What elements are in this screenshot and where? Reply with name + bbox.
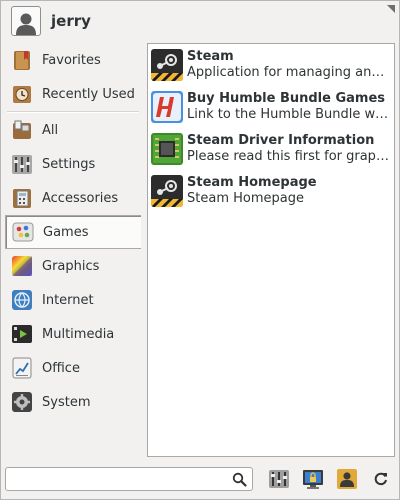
favorites-icon bbox=[11, 49, 33, 71]
category-label: Accessories bbox=[42, 190, 119, 206]
resize-corner-icon[interactable] bbox=[387, 5, 395, 13]
internet-icon bbox=[11, 289, 33, 311]
steam-icon bbox=[151, 49, 183, 81]
category-recently-used[interactable]: Recently Used bbox=[5, 77, 141, 111]
search-input[interactable] bbox=[10, 469, 234, 491]
category-label: All bbox=[42, 122, 59, 138]
bottom-bar bbox=[5, 465, 397, 493]
category-label: Internet bbox=[42, 292, 94, 308]
username: jerry bbox=[51, 12, 91, 30]
all-applications-icon bbox=[11, 119, 33, 141]
app-item-steam-homepage[interactable]: Steam Homepage Steam Homepage bbox=[148, 170, 394, 212]
whisker-menu: jerry Favorites Recently Used All Settin… bbox=[0, 0, 400, 500]
app-name: Steam bbox=[187, 49, 234, 64]
app-description: Please read this first for graphics ... bbox=[187, 149, 392, 164]
settings-icon bbox=[11, 153, 33, 175]
multimedia-icon bbox=[11, 323, 33, 345]
category-favorites[interactable]: Favorites bbox=[5, 43, 141, 77]
category-label: Games bbox=[43, 224, 89, 240]
category-graphics[interactable]: Graphics bbox=[5, 249, 141, 283]
category-sidebar: Favorites Recently Used All Settings Acc… bbox=[5, 43, 141, 419]
search-icon[interactable] bbox=[232, 472, 247, 491]
settings-manager-icon bbox=[269, 470, 289, 488]
lock-screen-button[interactable] bbox=[301, 467, 325, 491]
log-out-button[interactable] bbox=[369, 467, 393, 491]
category-label: System bbox=[42, 394, 91, 410]
category-label: Graphics bbox=[42, 258, 100, 274]
switch-user-icon bbox=[337, 469, 357, 489]
category-settings[interactable]: Settings bbox=[5, 147, 141, 181]
avatar bbox=[11, 6, 41, 36]
category-internet[interactable]: Internet bbox=[5, 283, 141, 317]
app-name: Buy Humble Bundle Games bbox=[187, 91, 386, 106]
category-label: Settings bbox=[42, 156, 96, 172]
search-box bbox=[5, 467, 253, 491]
steam-homepage-icon bbox=[151, 175, 183, 207]
switch-user-button[interactable] bbox=[335, 467, 359, 491]
category-label: Office bbox=[42, 360, 80, 376]
app-name: Steam Homepage bbox=[187, 175, 317, 190]
system-icon bbox=[11, 391, 33, 413]
log-out-icon bbox=[374, 472, 387, 486]
category-multimedia[interactable]: Multimedia bbox=[5, 317, 141, 351]
settings-manager-button[interactable] bbox=[267, 467, 291, 491]
category-label: Multimedia bbox=[42, 326, 115, 342]
category-system[interactable]: System bbox=[5, 385, 141, 419]
app-description: Application for managing and pla... bbox=[187, 65, 392, 80]
accessories-icon bbox=[11, 187, 33, 209]
category-office[interactable]: Office bbox=[5, 351, 141, 385]
category-label: Favorites bbox=[42, 52, 101, 68]
category-label: Recently Used bbox=[42, 86, 135, 102]
office-icon bbox=[11, 357, 33, 379]
application-list: Steam Application for managing and pla..… bbox=[147, 43, 395, 457]
games-icon bbox=[12, 221, 34, 243]
app-description: Link to the Humble Bundle website bbox=[187, 107, 392, 122]
app-name: Steam Driver Information bbox=[187, 133, 375, 148]
app-description: Steam Homepage bbox=[187, 191, 304, 206]
category-all[interactable]: All bbox=[5, 113, 141, 147]
graphics-icon bbox=[11, 255, 33, 277]
app-item-steam[interactable]: Steam Application for managing and pla..… bbox=[148, 44, 394, 86]
category-accessories[interactable]: Accessories bbox=[5, 181, 141, 215]
recently-used-icon bbox=[11, 83, 33, 105]
app-item-humble-bundle[interactable]: Buy Humble Bundle Games Link to the Humb… bbox=[148, 86, 394, 128]
user-header: jerry bbox=[11, 5, 91, 37]
lock-screen-icon bbox=[303, 470, 323, 489]
category-games[interactable]: Games bbox=[5, 215, 141, 249]
app-item-steam-driver-information[interactable]: Steam Driver Information Please read thi… bbox=[148, 128, 394, 170]
humble-bundle-icon bbox=[151, 91, 183, 123]
steam-driver-icon bbox=[151, 133, 183, 165]
user-silhouette-icon bbox=[16, 13, 36, 35]
